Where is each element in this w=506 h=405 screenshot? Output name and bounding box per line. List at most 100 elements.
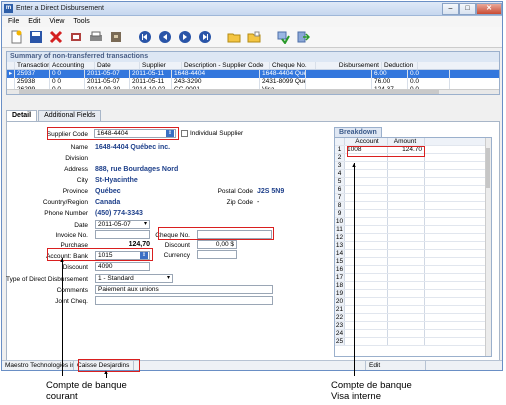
breakdown-account-cell[interactable] bbox=[345, 290, 388, 297]
comments-input[interactable]: Paiement aux unions bbox=[95, 285, 273, 294]
breakdown-row[interactable]: 8 bbox=[335, 202, 491, 210]
breakdown-account-cell[interactable] bbox=[345, 226, 388, 233]
summary-row[interactable]: 25938 0 0 2011-05-07 2011-05-11 243-3290 2431… bbox=[7, 78, 499, 86]
breakdown-row[interactable]: 20 bbox=[335, 298, 491, 306]
breakdown-row[interactable]: 5 bbox=[335, 178, 491, 186]
transfer-icon[interactable] bbox=[275, 29, 291, 45]
breakdown-amount-cell[interactable] bbox=[388, 298, 425, 305]
breakdown-account-cell[interactable] bbox=[345, 330, 388, 337]
type-select[interactable]: 1 - Standard ▾ bbox=[95, 274, 173, 283]
close-button[interactable]: ✕ bbox=[476, 2, 502, 15]
menu-file[interactable]: File bbox=[8, 18, 19, 25]
joint-cheque-input[interactable] bbox=[95, 296, 273, 305]
breakdown-amount-cell[interactable] bbox=[388, 218, 425, 225]
breakdown-account-cell[interactable] bbox=[345, 234, 388, 241]
breakdown-account-cell[interactable] bbox=[345, 314, 388, 321]
breakdown-row[interactable]: 3 bbox=[335, 162, 491, 170]
summary-header-cell[interactable]: Deduction bbox=[382, 62, 418, 69]
breakdown-amount-cell[interactable] bbox=[388, 162, 425, 169]
breakdown-account-cell[interactable] bbox=[345, 218, 388, 225]
breakdown-row[interactable]: 15 bbox=[335, 258, 491, 266]
breakdown-row[interactable]: 11 bbox=[335, 226, 491, 234]
breakdown-row[interactable]: 24 bbox=[335, 330, 491, 338]
breakdown-amount-cell[interactable] bbox=[388, 178, 425, 185]
previous-record-icon[interactable] bbox=[157, 29, 173, 45]
save-icon[interactable] bbox=[28, 29, 44, 45]
breakdown-account-cell[interactable] bbox=[345, 282, 388, 289]
breakdown-amount-cell[interactable] bbox=[388, 210, 425, 217]
breakdown-row[interactable]: 10 bbox=[335, 218, 491, 226]
breakdown-row[interactable]: 23 bbox=[335, 322, 491, 330]
individual-supplier-checkbox[interactable] bbox=[181, 130, 188, 137]
breakdown-row[interactable]: 4 bbox=[335, 170, 491, 178]
menu-edit[interactable]: Edit bbox=[28, 18, 40, 25]
breakdown-row[interactable]: 13 bbox=[335, 242, 491, 250]
breakdown-amount-cell[interactable] bbox=[388, 274, 425, 281]
account-discount-input[interactable]: 4090 bbox=[95, 262, 150, 271]
summary-row[interactable]: ▸ 25937 0 0 2011-05-07 2011-05-11 1648-4404 16… bbox=[7, 70, 499, 78]
breakdown-account-cell[interactable] bbox=[345, 258, 388, 265]
breakdown-amount-cell[interactable] bbox=[388, 266, 425, 273]
cut-icon[interactable] bbox=[68, 29, 84, 45]
breakdown-account-cell[interactable] bbox=[345, 186, 388, 193]
breakdown-amount-cell[interactable] bbox=[388, 314, 425, 321]
breakdown-account-cell[interactable] bbox=[345, 274, 388, 281]
breakdown-account-cell[interactable] bbox=[345, 306, 388, 313]
breakdown-scrollbar[interactable] bbox=[485, 138, 491, 356]
breakdown-amount-cell[interactable] bbox=[388, 338, 425, 345]
summary-header-cell[interactable]: Supplier bbox=[140, 62, 182, 69]
breakdown-account-cell[interactable] bbox=[345, 266, 388, 273]
print-icon[interactable] bbox=[88, 29, 104, 45]
breakdown-account-cell[interactable] bbox=[345, 298, 388, 305]
breakdown-amount-cell[interactable] bbox=[388, 226, 425, 233]
summary-header-cell[interactable]: Transaction bbox=[15, 62, 50, 69]
breakdown-amount-cell[interactable] bbox=[388, 194, 425, 201]
breakdown-row[interactable]: 6 bbox=[335, 186, 491, 194]
breakdown-amount-cell[interactable] bbox=[388, 170, 425, 177]
summary-scrollbar[interactable] bbox=[7, 89, 499, 94]
breakdown-account-cell[interactable] bbox=[345, 338, 388, 345]
folder-open-icon[interactable] bbox=[246, 29, 262, 45]
breakdown-row[interactable]: 14 bbox=[335, 250, 491, 258]
breakdown-amount-cell[interactable] bbox=[388, 282, 425, 289]
breakdown-account-cell[interactable] bbox=[345, 170, 388, 177]
type-dropdown-icon[interactable]: ▾ bbox=[167, 275, 170, 282]
chevron-down-icon[interactable]: ▾ bbox=[144, 221, 147, 228]
breakdown-account-cell[interactable] bbox=[345, 202, 388, 209]
breakdown-amount-cell[interactable] bbox=[388, 250, 425, 257]
tab-detail[interactable]: Detail bbox=[6, 110, 38, 121]
summary-header-cell[interactable]: Date bbox=[95, 62, 140, 69]
summary-header-cell[interactable]: Cheque No. bbox=[270, 62, 316, 69]
next-record-icon[interactable] bbox=[177, 29, 193, 45]
breakdown-account-cell[interactable] bbox=[345, 322, 388, 329]
breakdown-amount-cell[interactable] bbox=[388, 186, 425, 193]
exit-icon[interactable] bbox=[295, 29, 311, 45]
archive-icon[interactable] bbox=[108, 29, 124, 45]
breakdown-row[interactable]: 16 bbox=[335, 266, 491, 274]
currency-input[interactable] bbox=[197, 250, 237, 259]
breakdown-account-cell[interactable] bbox=[345, 250, 388, 257]
maximize-button[interactable]: □ bbox=[459, 2, 476, 15]
breakdown-amount-cell[interactable] bbox=[388, 234, 425, 241]
breakdown-row[interactable]: 18 bbox=[335, 282, 491, 290]
summary-header-cell[interactable] bbox=[7, 62, 15, 69]
summary-header-cell[interactable]: Accounting bbox=[50, 62, 95, 69]
breakdown-row[interactable]: 25 bbox=[335, 338, 491, 346]
breakdown-row[interactable]: 22 bbox=[335, 314, 491, 322]
breakdown-amount-cell[interactable] bbox=[388, 242, 425, 249]
breakdown-account-cell[interactable] bbox=[345, 242, 388, 249]
breakdown-account-cell[interactable] bbox=[345, 210, 388, 217]
summary-header-cell[interactable]: Disbursement bbox=[316, 62, 382, 69]
breakdown-row[interactable]: 7 bbox=[335, 194, 491, 202]
breakdown-amount-cell[interactable] bbox=[388, 258, 425, 265]
breakdown-row[interactable]: 9 bbox=[335, 210, 491, 218]
breakdown-row[interactable]: 17 bbox=[335, 274, 491, 282]
breakdown-row[interactable]: 12 bbox=[335, 234, 491, 242]
folder-icon[interactable] bbox=[226, 29, 242, 45]
breakdown-row[interactable]: 19 bbox=[335, 290, 491, 298]
new-document-icon[interactable] bbox=[8, 29, 24, 45]
breakdown-tab[interactable]: Breakdown bbox=[334, 127, 382, 137]
first-record-icon[interactable] bbox=[137, 29, 153, 45]
breakdown-amount-cell[interactable] bbox=[388, 330, 425, 337]
summary-header-cell[interactable]: Description - Supplier Code bbox=[182, 62, 270, 69]
